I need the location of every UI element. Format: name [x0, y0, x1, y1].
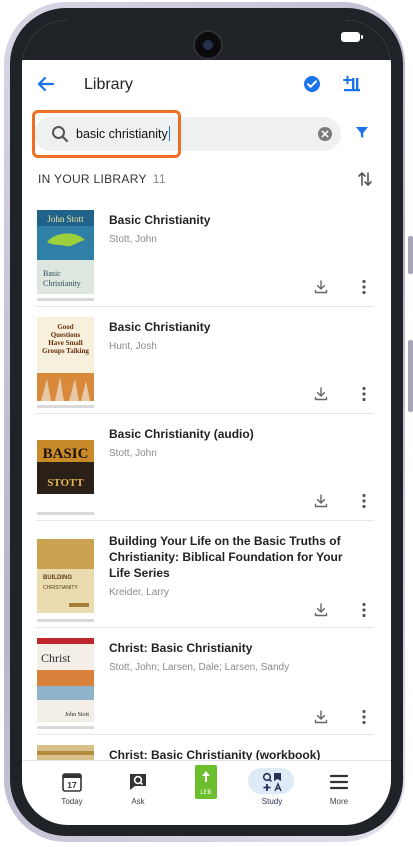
more-options-icon[interactable] [359, 279, 369, 295]
download-icon[interactable] [314, 387, 328, 401]
camera-icon [193, 30, 223, 60]
more-options-icon[interactable] [359, 493, 369, 509]
download-icon[interactable] [314, 280, 328, 294]
nav-more[interactable]: More [309, 761, 369, 813]
nav-label: More [329, 797, 349, 806]
nav-leb[interactable]: LEB [176, 761, 236, 813]
sort-icon[interactable] [356, 170, 374, 188]
download-icon[interactable] [314, 494, 328, 508]
book-cover: BASIC STOTT [37, 424, 94, 508]
more-options-icon[interactable] [359, 709, 369, 725]
clear-search-icon[interactable] [317, 126, 333, 142]
more-options-icon[interactable] [359, 386, 369, 402]
list-item[interactable]: John Stott Basic Christianity Basic Chri… [22, 200, 391, 307]
book-title: Basic Christianity [109, 320, 211, 334]
nav-label: Today [61, 797, 83, 806]
bottom-navigation: 17 Today Ask LEB Study More [22, 760, 391, 813]
svg-text:Groups Talking: Groups Talking [42, 347, 89, 355]
book-title: Building Your Life on the Basic Truths o… [109, 534, 343, 580]
cover-author-text: John Stott [47, 214, 84, 224]
nav-today[interactable]: 17 Today [42, 761, 102, 813]
svg-text:John Stott: John Stott [65, 712, 90, 718]
book-progress [37, 512, 94, 515]
nav-label: Ask [131, 797, 145, 806]
svg-text:Questions: Questions [51, 331, 81, 339]
ask-icon [126, 770, 150, 794]
back-arrow-icon[interactable] [36, 74, 56, 94]
svg-text:Good: Good [57, 323, 73, 331]
leb-book-icon: LEB [194, 765, 218, 799]
svg-text:Have Small: Have Small [48, 339, 82, 347]
library-heading: IN YOUR LIBRARY 11 [38, 172, 166, 186]
book-title: Christ: Basic Christianity (workbook) [109, 748, 321, 760]
book-cover: John Stott Basic Christianity [37, 210, 94, 294]
power-button [408, 340, 413, 412]
calendar-icon: 17 [60, 770, 84, 794]
cover-title-text: BASIC [43, 446, 89, 462]
list-item[interactable]: BASIC STOTT Basic Christianity (audio) S… [22, 414, 391, 521]
svg-text:STOTT: STOTT [47, 477, 84, 489]
list-item[interactable]: Christ John Stott Christ: Basic Christia… [22, 628, 391, 735]
nav-ask[interactable]: Ask [108, 761, 168, 813]
app-bar: Library [22, 60, 391, 110]
library-count: 11 [152, 172, 166, 186]
book-author: Stott, John; Larsen, Dale; Larsen, Sandy [109, 662, 290, 673]
download-icon[interactable] [314, 710, 328, 724]
book-title: Basic Christianity [109, 213, 211, 227]
book-cover: Christ John Stott [37, 638, 94, 722]
screen: Library basic christianity IN YOUR LIBRA… [22, 20, 391, 825]
list-item[interactable]: BUILDING CHRISTIANITY Building Your Life… [22, 521, 391, 628]
list-item[interactable]: Christ: Basic Christianity (workbook) [22, 735, 391, 760]
svg-text:Christianity: Christianity [43, 279, 81, 288]
svg-text:LEB: LEB [200, 790, 211, 796]
book-progress [37, 405, 94, 408]
list-item[interactable]: Good Questions Have Small Groups Talking… [22, 307, 391, 414]
more-options-icon[interactable] [359, 602, 369, 618]
book-list: John Stott Basic Christianity Basic Chri… [22, 200, 391, 760]
volume-button [408, 236, 413, 274]
select-check-icon[interactable] [303, 75, 321, 93]
book-author: Stott, John [109, 448, 157, 459]
book-cover [37, 745, 94, 760]
svg-text:CHRISTIANITY: CHRISTIANITY [43, 585, 78, 591]
study-icon [260, 770, 284, 794]
search-row: basic christianity [22, 110, 391, 166]
book-progress [37, 298, 94, 301]
book-author: Kreider, Larry [109, 587, 170, 598]
svg-text:Basic: Basic [43, 269, 61, 278]
book-progress [37, 619, 94, 622]
status-bar [22, 20, 391, 60]
download-icon[interactable] [314, 603, 328, 617]
page-title: Library [84, 76, 133, 93]
nav-label: Study [261, 797, 283, 806]
nav-study[interactable]: Study [242, 761, 302, 813]
book-title: Christ: Basic Christianity [109, 641, 253, 655]
cover-title-text: Christ [41, 651, 71, 665]
book-progress [37, 726, 94, 729]
book-author: Hunt, Josh [109, 341, 157, 352]
book-cover: Good Questions Have Small Groups Talking [37, 317, 94, 401]
highlight-box [32, 110, 181, 158]
svg-text:17: 17 [67, 780, 77, 790]
menu-icon [327, 770, 351, 794]
battery-icon [341, 32, 363, 42]
cover-title-text: BUILDING [43, 575, 72, 581]
filter-icon[interactable] [355, 125, 369, 139]
book-cover: BUILDING CHRISTIANITY [37, 539, 94, 613]
book-title: Basic Christianity (audio) [109, 427, 254, 441]
add-to-library-icon[interactable] [342, 74, 362, 94]
book-author: Stott, John [109, 234, 157, 245]
home-indicator[interactable] [159, 818, 255, 822]
